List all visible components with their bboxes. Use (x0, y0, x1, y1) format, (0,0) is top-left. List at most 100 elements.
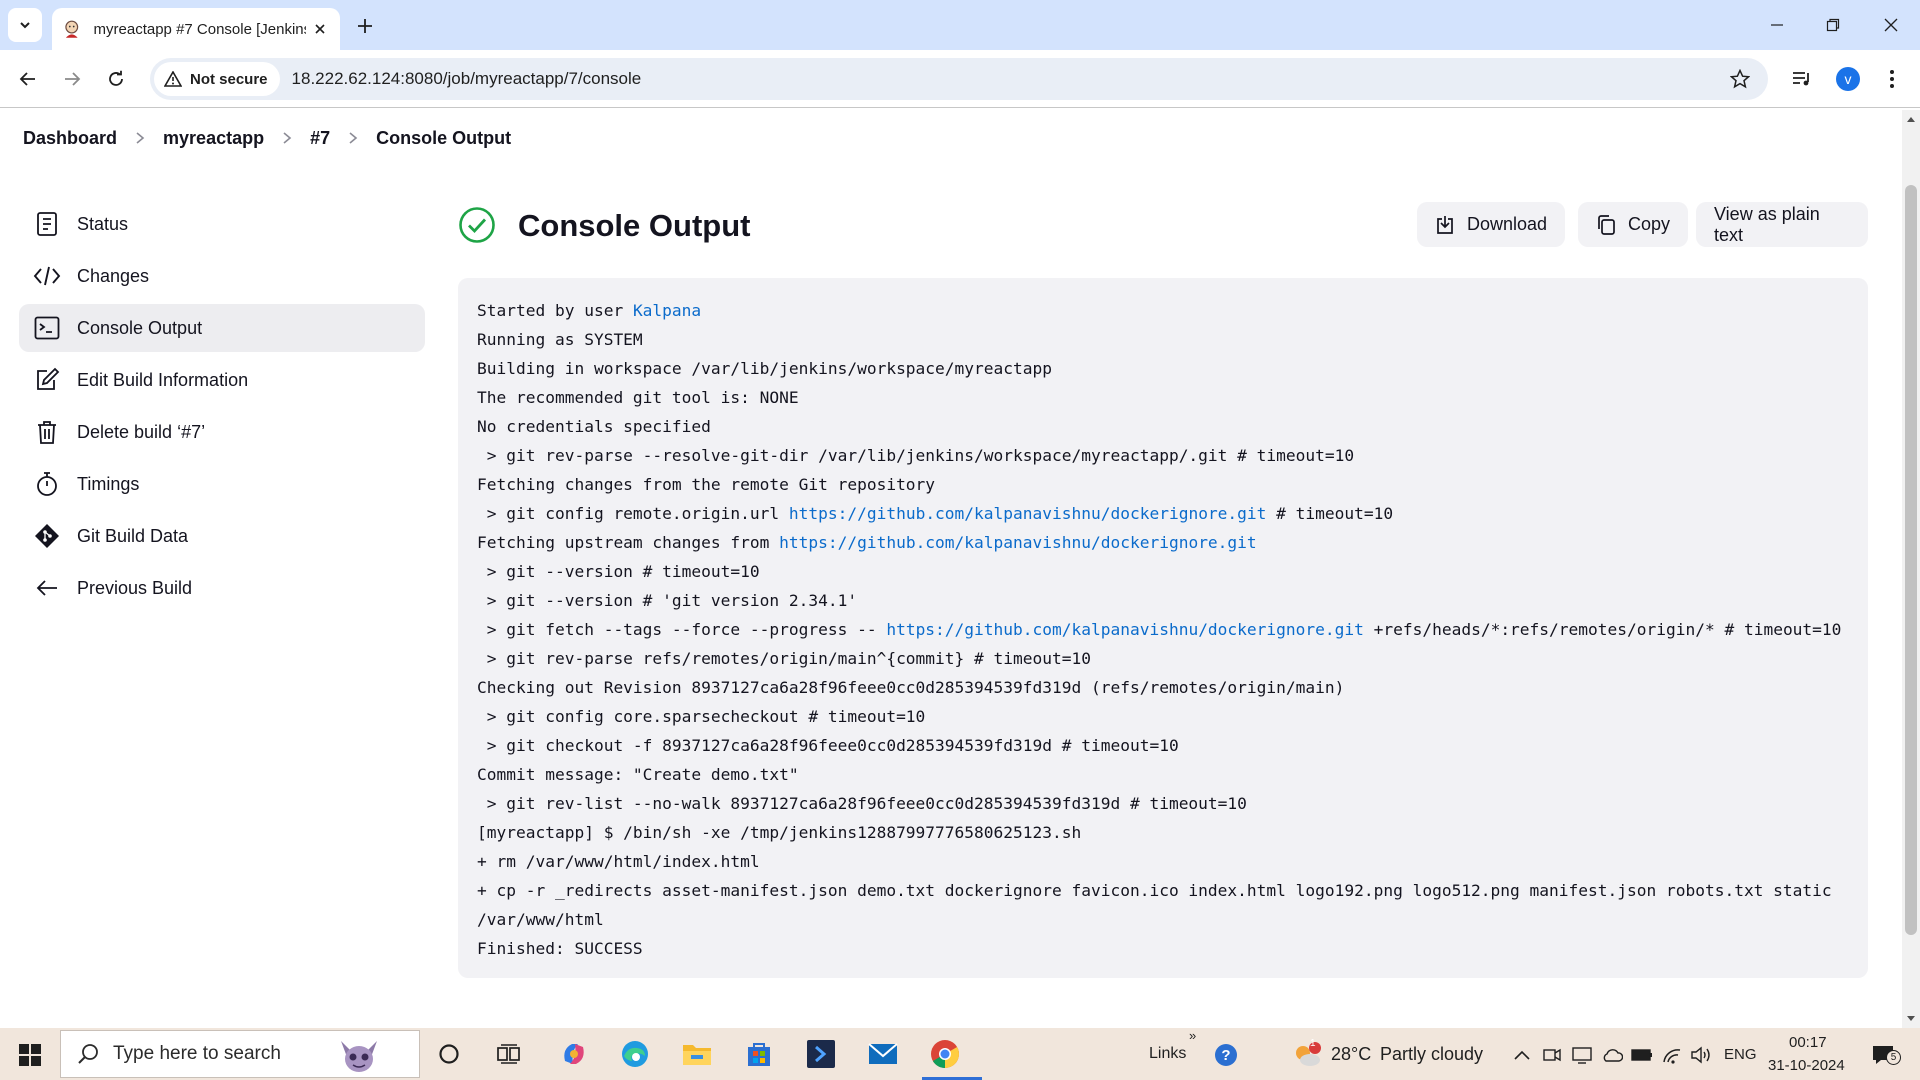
console-header: Console Output Download Copy View as pla… (458, 202, 1868, 254)
onedrive-tray-icon[interactable] (1601, 1044, 1623, 1066)
double-chevron-icon[interactable]: » (1189, 1028, 1196, 1043)
close-window-button[interactable] (1876, 10, 1906, 40)
console-line: [myreactapp] $ /bin/sh -xe /tmp/jenkins1… (477, 818, 1849, 847)
tab-title: myreactapp #7 Console [Jenkins] (93, 20, 307, 38)
restore-button[interactable] (1818, 10, 1848, 40)
scroll-down-icon[interactable] (1906, 1014, 1916, 1024)
console-line: Started by user Kalpana (477, 296, 1849, 325)
console-line: > git rev-parse refs/remotes/origin/main… (477, 644, 1849, 673)
sidebar-item-console-output[interactable]: Console Output (19, 304, 425, 352)
sidebar-item-label: Console Output (77, 317, 203, 338)
chevron-right-icon (348, 131, 358, 145)
trash-icon (33, 418, 61, 446)
console-text: /var/www/html (477, 910, 604, 929)
console-line: No credentials specified (477, 412, 1849, 441)
code-icon (33, 262, 61, 290)
scrollbar-thumb[interactable] (1905, 185, 1917, 935)
url-text[interactable]: 18.222.62.124:8080/job/myreactapp/7/cons… (292, 69, 642, 89)
wifi-icon[interactable] (1661, 1044, 1683, 1066)
breadcrumb-dashboard[interactable]: Dashboard (23, 128, 117, 149)
console-text: Fetching changes from the remote Git rep… (477, 475, 936, 494)
clock-date[interactable]: 31-10-2024 (1768, 1057, 1845, 1074)
camera-tray-icon[interactable] (1541, 1044, 1563, 1066)
language-indicator[interactable]: ENG (1724, 1046, 1757, 1063)
sidebar-item-delete-build[interactable]: Delete build ‘#7’ (19, 408, 425, 456)
terminal-icon (33, 314, 61, 342)
display-tray-icon[interactable] (1571, 1044, 1593, 1066)
file-explorer-app[interactable] (674, 1034, 720, 1074)
mail-app[interactable] (860, 1034, 906, 1074)
battery-icon[interactable] (1631, 1044, 1653, 1066)
site-info-chip[interactable]: Not secure (154, 62, 280, 96)
console-text: Running as SYSTEM (477, 330, 643, 349)
console-link[interactable]: https://github.com/kalpanavishnu/dockeri… (789, 504, 1267, 523)
back-button[interactable] (12, 63, 44, 95)
links-toolbar-label[interactable]: Links (1149, 1045, 1186, 1063)
scroll-up-icon[interactable] (1906, 114, 1916, 124)
breadcrumb-current[interactable]: Console Output (376, 128, 511, 149)
sidebar-item-timings[interactable]: Timings (19, 460, 425, 508)
console-link[interactable]: https://github.com/kalpanavishnu/dockeri… (886, 620, 1364, 639)
new-tab-button[interactable] (351, 12, 379, 40)
chevron-right-icon (135, 131, 145, 145)
console-line: + cp -r _redirects asset-manifest.json d… (477, 876, 1849, 905)
media-queue-icon (1793, 72, 1809, 86)
task-view-button[interactable] (486, 1034, 532, 1074)
forward-button[interactable] (56, 63, 88, 95)
sidebar: Status Changes Console Output Edit Build… (19, 200, 425, 616)
sidebar-item-status[interactable]: Status (19, 200, 425, 248)
console-line: > git rev-parse --resolve-git-dir /var/l… (477, 441, 1849, 470)
console-text: > git rev-parse --resolve-git-dir /var/l… (477, 446, 1355, 465)
powershell-app[interactable] (798, 1034, 844, 1074)
weather-widget-icon[interactable]: 1 (1292, 1038, 1322, 1069)
sidebar-item-git-build-data[interactable]: Git Build Data (19, 512, 425, 560)
download-button[interactable]: Download (1417, 202, 1566, 247)
console-output-panel: Started by user Kalpana Running as SYSTEM… (458, 278, 1868, 978)
tab-search-button[interactable] (8, 8, 42, 42)
download-icon (1437, 215, 1453, 234)
volume-icon[interactable] (1690, 1044, 1712, 1066)
help-app[interactable]: ? (1213, 1041, 1241, 1069)
weather-condition[interactable]: Partly cloudy (1380, 1044, 1483, 1065)
browser-menu-button[interactable] (1876, 63, 1908, 95)
view-plain-text-button[interactable]: View as plain text (1696, 202, 1868, 247)
notification-center-button[interactable]: 5 (1866, 1041, 1901, 1069)
taskbar-search-box[interactable]: Type here to search (60, 1030, 420, 1078)
edge-app[interactable] (612, 1034, 658, 1074)
breadcrumb-build[interactable]: #7 (310, 128, 330, 149)
sidebar-item-previous-build[interactable]: Previous Build (19, 564, 425, 612)
sidebar-item-edit-build-information[interactable]: Edit Build Information (19, 356, 425, 404)
folder-icon (683, 1045, 711, 1065)
console-line: > git --version # 'git version 2.34.1' (477, 586, 1849, 615)
browser-tab-active[interactable]: myreactapp #7 Console [Jenkins] (52, 8, 340, 50)
console-text: > git checkout -f 8937127ca6a28f96feee0c… (477, 736, 1179, 755)
console-text: > git config remote.origin.url (477, 504, 789, 523)
bookmark-star-button[interactable] (1728, 67, 1752, 91)
chrome-app[interactable] (922, 1034, 982, 1080)
more-vertical-icon (1890, 70, 1894, 88)
copilot-app[interactable] (551, 1034, 597, 1074)
star-icon (1730, 69, 1750, 89)
console-link[interactable]: https://github.com/kalpanavishnu/dockeri… (779, 533, 1257, 552)
page-title: Console Output (518, 208, 751, 243)
weather-temp[interactable]: 28°C (1331, 1044, 1371, 1065)
sidebar-item-changes[interactable]: Changes (19, 252, 425, 300)
breadcrumb-job[interactable]: myreactapp (163, 128, 264, 149)
start-button[interactable] (10, 1040, 50, 1070)
media-controls-button[interactable] (1786, 63, 1818, 95)
copy-button[interactable]: Copy (1578, 202, 1689, 247)
minimize-button[interactable] (1762, 10, 1792, 40)
console-link[interactable]: Kalpana (633, 301, 701, 320)
clock-time[interactable]: 00:17 (1789, 1034, 1827, 1051)
reload-button[interactable] (100, 63, 132, 95)
tab-close-icon[interactable] (310, 19, 330, 39)
store-app[interactable] (736, 1034, 782, 1074)
console-text: Fetching upstream changes from (477, 533, 780, 552)
console-line: Checking out Revision 8937127ca6a28f96fe… (477, 673, 1849, 702)
console-line: Commit message: "Create demo.txt" (477, 760, 1849, 789)
show-hidden-icons-button[interactable] (1511, 1044, 1533, 1066)
page-scrollbar[interactable] (1902, 110, 1920, 1028)
profile-button[interactable]: v (1832, 63, 1864, 95)
address-bar[interactable]: Not secure 18.222.62.124:8080/job/myreac… (150, 58, 1768, 100)
cortana-button[interactable] (426, 1034, 472, 1074)
